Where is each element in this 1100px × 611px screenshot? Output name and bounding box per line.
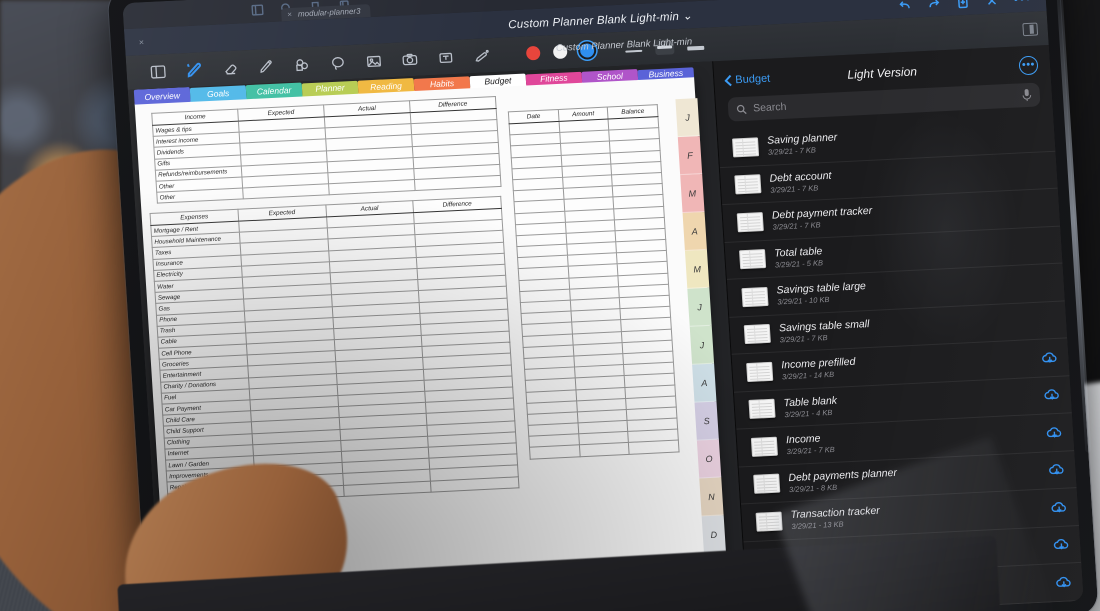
page-title-text: Custom Planner Blank Light-min (507, 10, 680, 31)
category-tab-habits[interactable]: Habits (413, 76, 471, 91)
income-table-body: Wages & tips Interest income Dividends Gift… (152, 108, 502, 204)
file-meta: Total table 3/29/21 - 5 KB (774, 235, 1026, 269)
chevron-left-icon (724, 74, 732, 86)
transaction-value-cell[interactable] (628, 440, 680, 455)
file-thumbnail (746, 361, 774, 382)
income-table-wrap: Income Expected Actual Difference Wages & t… (151, 96, 502, 204)
download-cloud-icon[interactable] (1048, 463, 1066, 477)
camera-icon[interactable] (400, 49, 420, 69)
titlebar-close-icon[interactable]: × (138, 37, 144, 47)
side-panel-icon[interactable] (1022, 21, 1039, 36)
download-cloud-icon[interactable] (1027, 126, 1045, 140)
transaction-table-body (509, 116, 680, 459)
file-meta: Table blank 3/29/21 - 4 KB (783, 385, 1035, 419)
month-tab-0[interactable]: J (675, 98, 700, 138)
page-split-icon[interactable] (148, 62, 168, 82)
sidebar-more-button[interactable]: ••• (1018, 55, 1039, 76)
download-cloud-icon[interactable] (1055, 575, 1073, 589)
file-thumbnail (750, 436, 778, 457)
file-thumbnail (753, 473, 781, 495)
document-tab-close-icon[interactable]: × (287, 9, 292, 18)
category-tab-school[interactable]: School (581, 69, 639, 83)
category-tab-fitness[interactable]: Fitness (525, 71, 583, 86)
download-cloud-icon[interactable] (1029, 163, 1047, 177)
add-page-icon[interactable] (955, 0, 970, 9)
file-thumbnail (731, 136, 760, 158)
download-cloud-icon[interactable] (1041, 351, 1059, 365)
download-cloud-icon[interactable] (1050, 500, 1068, 514)
file-thumbnail (741, 286, 769, 307)
text-icon[interactable] (436, 47, 456, 67)
back-button-label: Budget (734, 72, 771, 86)
document-tab-label: modular-planner3 (297, 6, 361, 19)
download-cloud-icon[interactable] (1034, 238, 1052, 252)
month-tab-9[interactable]: O (696, 439, 722, 479)
expense-table-body: Mortgage / Rent Household Maintenance Taxe… (150, 208, 519, 505)
shapes-icon[interactable] (292, 54, 312, 74)
expense-table[interactable]: Expenses Expected Actual Difference Mortgag… (150, 196, 520, 505)
pen-icon[interactable] (184, 60, 204, 80)
month-tab-10[interactable]: N (699, 477, 724, 517)
transaction-table-wrap: Date Amount Balance (508, 104, 680, 459)
red-swatch[interactable] (525, 45, 541, 61)
month-tab-11[interactable]: D (701, 515, 727, 555)
back-button[interactable]: Budget (724, 72, 771, 86)
transaction-value-cell[interactable] (529, 445, 580, 459)
lasso-icon[interactable] (328, 53, 348, 73)
chevron-down-icon[interactable]: ⌄ (682, 10, 693, 22)
category-tab-calendar[interactable]: Calendar (245, 82, 303, 100)
download-cloud-icon[interactable] (1053, 538, 1071, 552)
transaction-table[interactable]: Date Amount Balance (508, 104, 680, 459)
month-tab-strip: JFMAMJJASOND (675, 98, 727, 555)
file-meta: Savings table large 3/29/21 - 10 KB (776, 273, 1028, 306)
microphone-icon[interactable] (1021, 88, 1032, 102)
library-icon[interactable] (251, 3, 265, 17)
pencil-icon[interactable] (256, 56, 276, 76)
file-thumbnail (739, 249, 767, 270)
category-tab-reading[interactable]: Reading (357, 78, 415, 94)
category-tab-budget[interactable]: Budget (469, 73, 527, 89)
file-thumbnail (748, 398, 776, 420)
redo-icon[interactable] (926, 0, 941, 10)
more-icon[interactable]: ••• (1013, 0, 1032, 7)
transaction-value-cell[interactable] (579, 442, 630, 457)
month-tab-8[interactable]: S (694, 401, 719, 441)
category-tab-planner[interactable]: Planner (301, 80, 359, 97)
search-placeholder: Search (752, 100, 787, 115)
file-meta: Income prefilled 3/29/21 - 14 KB (781, 347, 1033, 382)
month-tab-4[interactable]: M (684, 249, 710, 289)
file-thumbnail (743, 324, 771, 345)
file-meta: Debt account 3/29/21 - 7 KB (769, 160, 1021, 194)
file-thumbnail (734, 174, 762, 195)
eraser-icon[interactable] (220, 58, 240, 78)
undo-icon[interactable] (897, 0, 912, 12)
file-meta: Income 3/29/21 - 7 KB (786, 422, 1038, 457)
file-meta: Debt payment tracker 3/29/21 - 7 KB (772, 198, 1024, 232)
month-tab-2[interactable]: M (680, 174, 705, 214)
close-icon[interactable] (984, 0, 999, 8)
month-tab-1[interactable]: F (677, 136, 703, 176)
search-icon (736, 104, 747, 114)
income-table[interactable]: Income Expected Actual Difference Wages & t… (151, 96, 502, 204)
highlighter-icon[interactable] (472, 46, 492, 66)
download-cloud-icon[interactable] (1036, 276, 1054, 290)
category-tab-business[interactable]: Business (637, 67, 695, 81)
file-thumbnail (736, 211, 764, 233)
download-cloud-icon[interactable] (1046, 425, 1064, 439)
download-cloud-icon[interactable] (1039, 313, 1057, 327)
download-cloud-icon[interactable] (1043, 388, 1061, 402)
month-tab-3[interactable]: A (682, 211, 707, 251)
month-tab-7[interactable]: A (692, 363, 717, 403)
expense-table-wrap: Expenses Expected Actual Difference Mortgag… (150, 196, 520, 505)
titlebar-actions: ••• (897, 0, 1032, 12)
download-cloud-icon[interactable] (1032, 201, 1050, 215)
month-tab-5[interactable]: J (687, 287, 712, 327)
category-tab-overview[interactable]: Overview (133, 86, 191, 105)
file-meta: Saving planner 3/29/21 - 7 KB (767, 123, 1019, 157)
image-icon[interactable] (364, 51, 384, 71)
month-tab-6[interactable]: J (689, 325, 715, 365)
file-meta: Savings table small 3/29/21 - 7 KB (779, 310, 1031, 344)
category-tab-goals[interactable]: Goals (189, 84, 247, 102)
